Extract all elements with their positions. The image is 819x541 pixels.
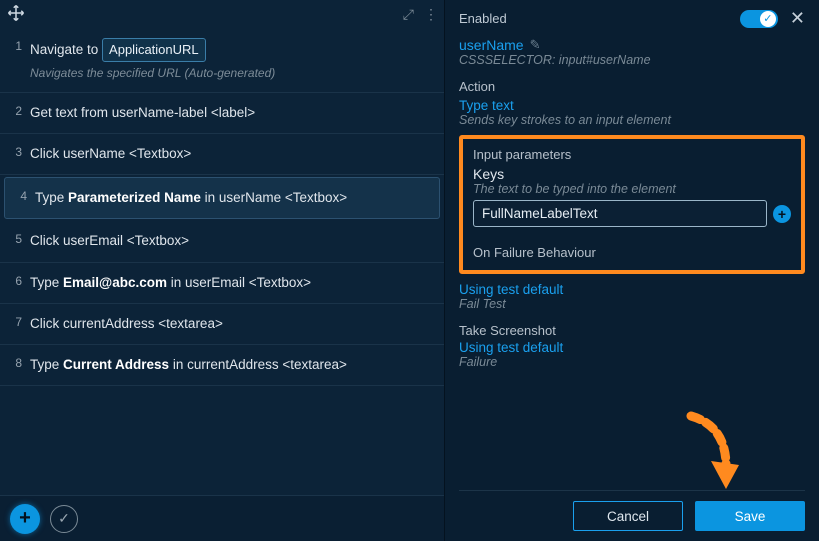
step-number: 2	[6, 103, 22, 118]
step-number: 3	[6, 144, 22, 159]
input-parameters-highlight: Input parameters Keys The text to be typ…	[459, 135, 805, 274]
step-body: Click userEmail <Textbox>	[30, 231, 432, 251]
add-step-button[interactable]: +	[10, 504, 40, 534]
failure-behaviour-link[interactable]: Using test default	[459, 282, 805, 297]
step-row[interactable]: 6 Type Email@abc.com in userEmail <Textbo…	[0, 263, 444, 304]
more-icon[interactable]: ⋮	[424, 6, 438, 23]
step-row[interactable]: 3 Click userName <Textbox>	[0, 134, 444, 175]
step-body: Type Email@abc.com in userEmail <Textbox…	[30, 273, 432, 293]
step-number: 6	[6, 273, 22, 288]
validate-button[interactable]: ✓	[50, 505, 78, 533]
keys-label: Keys	[473, 166, 791, 182]
step-body: Click userName <Textbox>	[30, 144, 432, 164]
step-body: Type Current Address in currentAddress <…	[30, 355, 432, 375]
url-pill[interactable]: ApplicationURL	[102, 38, 206, 62]
screenshot-link[interactable]: Using test default	[459, 340, 805, 355]
failure-sub: Fail Test	[459, 297, 805, 311]
edit-icon[interactable]: ✎	[530, 37, 541, 53]
save-button[interactable]: Save	[695, 501, 805, 531]
step-body: Type Parameterized Name in userName <Tex…	[35, 188, 427, 208]
step-row[interactable]: 5 Click userEmail <Textbox>	[0, 221, 444, 262]
steps-panel: ⤢ ⋮ 1 Navigate to ApplicationURLNavigates…	[0, 0, 445, 541]
action-section-label: Action	[459, 79, 805, 94]
action-desc: Sends key strokes to an input element	[459, 113, 805, 127]
step-body: Navigate to ApplicationURLNavigates the …	[30, 38, 432, 82]
steps-list: 1 Navigate to ApplicationURLNavigates the…	[0, 28, 444, 495]
step-row[interactable]: 7 Click currentAddress <textarea>	[0, 304, 444, 345]
step-number: 8	[6, 355, 22, 370]
step-row[interactable]: 1 Navigate to ApplicationURLNavigates the…	[0, 28, 444, 93]
keys-input[interactable]	[473, 200, 767, 227]
step-row[interactable]: 4 Type Parameterized Name in userName <Te…	[4, 177, 440, 219]
step-row[interactable]: 8 Type Current Address in currentAddress …	[0, 345, 444, 386]
keys-hint: The text to be typed into the element	[473, 182, 791, 196]
details-panel: Enabled ✕ userName ✎ CSSSELECTOR: input#…	[445, 0, 819, 541]
step-body: Click currentAddress <textarea>	[30, 314, 432, 334]
failure-label: On Failure Behaviour	[473, 245, 791, 260]
step-number: 5	[6, 231, 22, 246]
left-toolbar: ⤢ ⋮	[0, 0, 444, 28]
selector-text: CSSSELECTOR: input#userName	[459, 53, 805, 67]
details-footer: Cancel Save	[459, 490, 805, 541]
action-name-link[interactable]: Type text	[459, 98, 805, 113]
step-number: 7	[6, 314, 22, 329]
screenshot-label: Take Screenshot	[459, 323, 805, 338]
step-number: 4	[11, 188, 27, 203]
details-header: Enabled ✕	[459, 8, 805, 33]
add-parameter-button[interactable]: +	[773, 205, 791, 223]
element-name-link[interactable]: userName	[459, 37, 524, 53]
enabled-label: Enabled	[459, 11, 507, 26]
left-footer: + ✓	[0, 495, 444, 541]
step-body: Get text from userName-label <label>	[30, 103, 432, 123]
input-params-label: Input parameters	[473, 147, 791, 162]
move-icon[interactable]	[6, 4, 26, 25]
collapse-icon[interactable]: ⤢	[403, 6, 414, 23]
step-row[interactable]: 2 Get text from userName-label <label>	[0, 93, 444, 134]
annotation-arrow-icon	[681, 411, 741, 491]
close-icon[interactable]: ✕	[790, 8, 805, 29]
screenshot-sub: Failure	[459, 355, 805, 369]
cancel-button[interactable]: Cancel	[573, 501, 683, 531]
step-number: 1	[6, 38, 22, 53]
enabled-toggle[interactable]	[740, 10, 778, 28]
step-subtext: Navigates the specified URL (Auto-genera…	[30, 64, 432, 82]
